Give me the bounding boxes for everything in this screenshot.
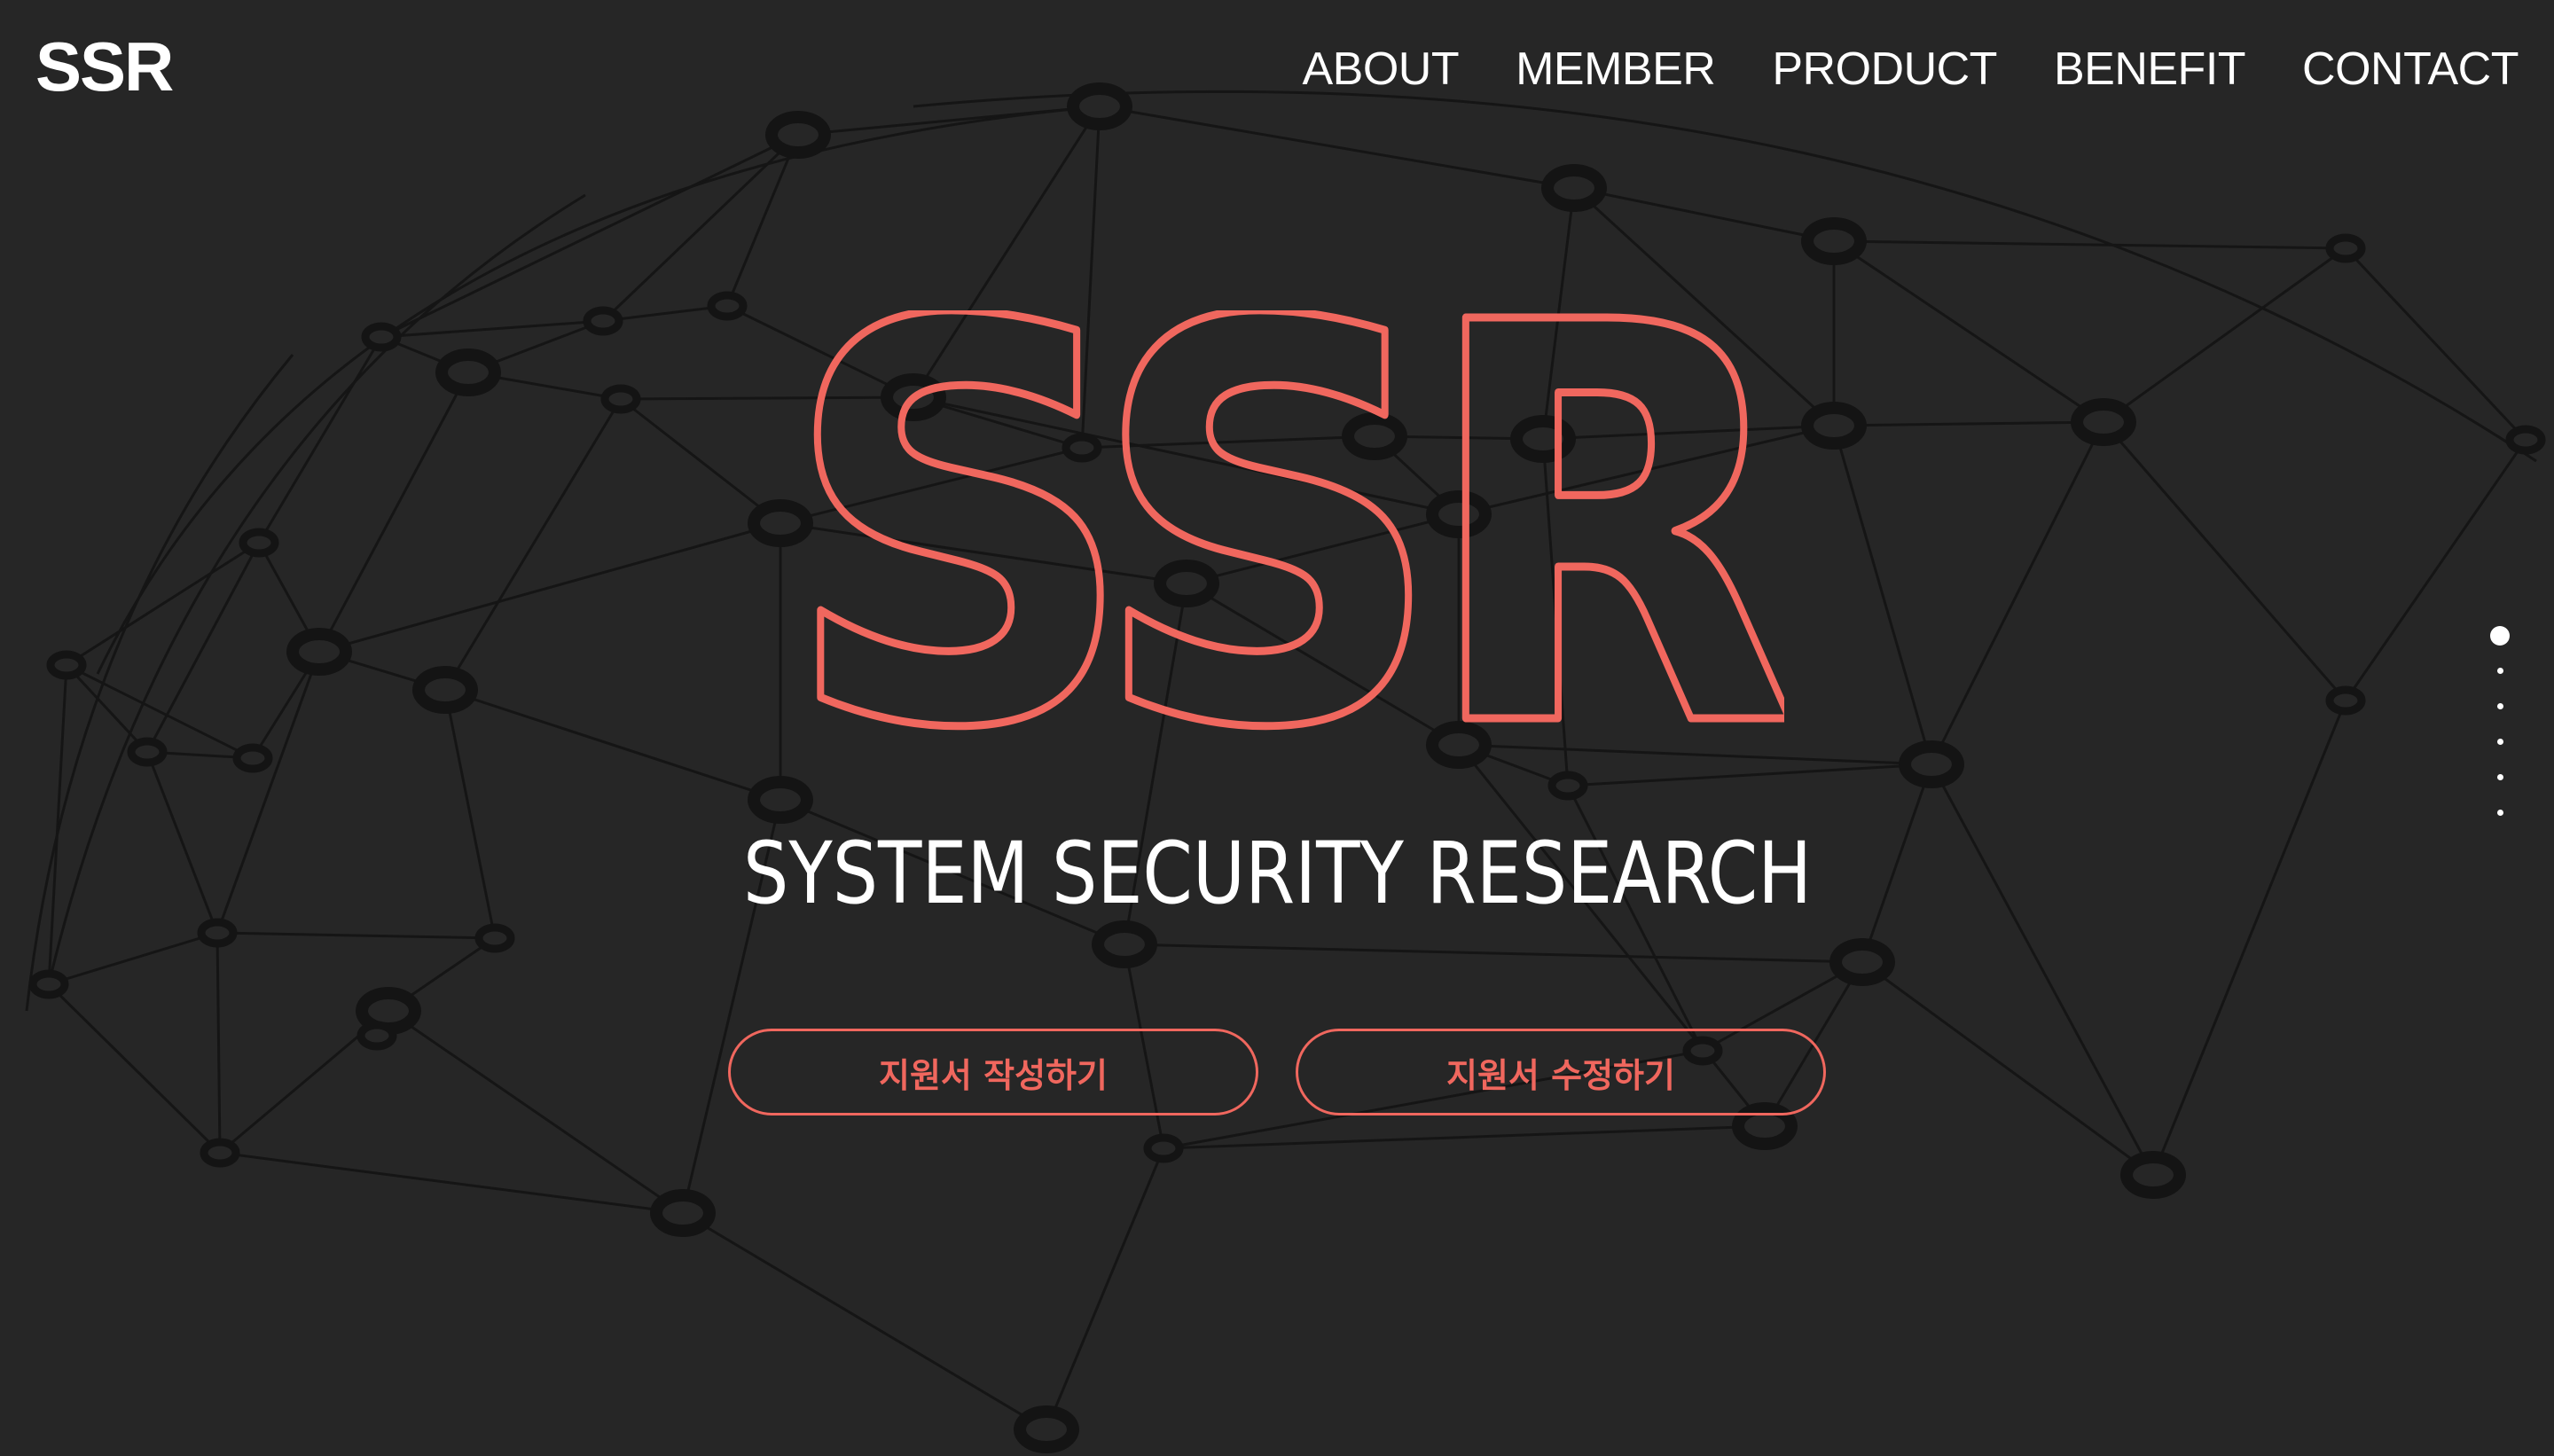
page-dot-3[interactable] bbox=[2497, 703, 2503, 709]
page-dot-1[interactable] bbox=[2490, 626, 2510, 646]
nav-member[interactable]: MEMBER bbox=[1516, 43, 1716, 95]
page-dot-5[interactable] bbox=[2497, 774, 2503, 780]
page-dot-4[interactable] bbox=[2497, 739, 2503, 745]
page-dot-2[interactable] bbox=[2497, 668, 2503, 674]
nav-benefit[interactable]: BENEFIT bbox=[2054, 43, 2246, 95]
nav-about[interactable]: ABOUT bbox=[1302, 43, 1459, 95]
write-application-button[interactable]: 지원서 작성하기 bbox=[728, 1029, 1258, 1115]
hero-logo: SSR bbox=[779, 310, 1785, 754]
site-logo[interactable]: SSR bbox=[35, 32, 174, 101]
hero-subtitle-text: SYSTEM SECURITY RESEARCH bbox=[743, 834, 1812, 913]
hero-subtitle: SYSTEM SECURITY RESEARCH bbox=[743, 834, 1812, 913]
hero-section: SSR ABOUT MEMBER PRODUCT BENEFIT CONTACT… bbox=[0, 0, 2554, 1456]
edit-application-button[interactable]: 지원서 수정하기 bbox=[1296, 1029, 1826, 1115]
hero-logo-text: SSR bbox=[782, 310, 1784, 754]
page-indicator bbox=[2490, 626, 2511, 821]
main-nav: ABOUT MEMBER PRODUCT BENEFIT CONTACT bbox=[1302, 43, 2519, 95]
page-dot-6[interactable] bbox=[2497, 810, 2503, 816]
nav-contact[interactable]: CONTACT bbox=[2302, 43, 2519, 95]
nav-product[interactable]: PRODUCT bbox=[1772, 43, 1997, 95]
